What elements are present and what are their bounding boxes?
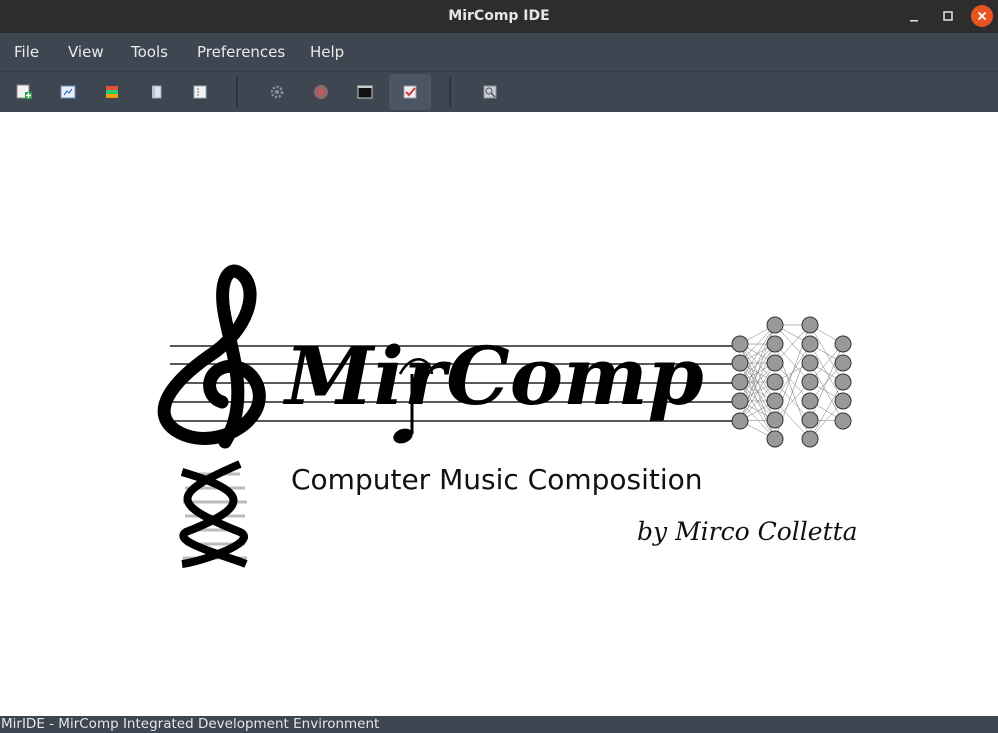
- gear-icon: [270, 85, 284, 99]
- menu-help[interactable]: Help: [310, 33, 344, 71]
- brand-wordmark: MirComp: [282, 329, 704, 423]
- terminal-button[interactable]: [344, 74, 386, 110]
- open-file-button[interactable]: [47, 74, 89, 110]
- new-project-icon: [16, 84, 32, 99]
- title-bar: MirComp IDE: [0, 0, 998, 33]
- neural-network-icon: [731, 316, 852, 448]
- menu-preferences[interactable]: Preferences: [197, 33, 285, 71]
- zoom-image-icon: [483, 85, 497, 99]
- colored-blocks-icon: [106, 86, 118, 98]
- close-button[interactable]: [971, 5, 993, 27]
- terminal-icon: [357, 85, 373, 99]
- main-content: MirComp Computer Music Composition by Mi…: [0, 112, 998, 716]
- menu-tools[interactable]: Tools: [131, 33, 168, 71]
- minimize-button[interactable]: [903, 5, 925, 27]
- stop-icon: [314, 85, 328, 99]
- book-button[interactable]: [136, 74, 178, 110]
- maximize-button[interactable]: [937, 5, 959, 27]
- colored-blocks-button[interactable]: [91, 74, 133, 110]
- open-file-icon: [60, 85, 76, 99]
- menu-view[interactable]: View: [68, 33, 104, 71]
- new-project-button[interactable]: [3, 74, 45, 110]
- treble-clef-icon: [157, 264, 266, 449]
- settings-button[interactable]: [256, 74, 298, 110]
- minimize-icon: [910, 20, 918, 22]
- menu-file[interactable]: File: [14, 33, 39, 71]
- zoom-image-button[interactable]: [469, 74, 511, 110]
- toolbar: [0, 71, 998, 112]
- logo-tagline: Computer Music Composition: [291, 463, 703, 496]
- toolbar-separator: [449, 77, 451, 107]
- toolbar-separator: [236, 77, 238, 107]
- menu-bar: File View Tools Preferences Help: [0, 33, 998, 71]
- document-list-button[interactable]: [179, 74, 221, 110]
- check-list-button[interactable]: [389, 74, 431, 110]
- mircomp-logo: MirComp Computer Music Composition by Mi…: [157, 264, 858, 568]
- dna-helix-icon: [179, 460, 248, 568]
- close-icon: [977, 11, 987, 21]
- status-bar: MirIDE - MirComp Integrated Development …: [0, 716, 998, 733]
- check-list-icon: [403, 85, 417, 99]
- stop-button[interactable]: [300, 74, 342, 110]
- logo-author: by Mirco Colletta: [637, 517, 858, 546]
- window-title: MirComp IDE: [448, 8, 550, 24]
- maximize-icon: [943, 11, 953, 21]
- book-icon: [152, 85, 162, 99]
- document-list-icon: [193, 85, 207, 99]
- status-text: MirIDE - MirComp Integrated Development …: [1, 716, 380, 732]
